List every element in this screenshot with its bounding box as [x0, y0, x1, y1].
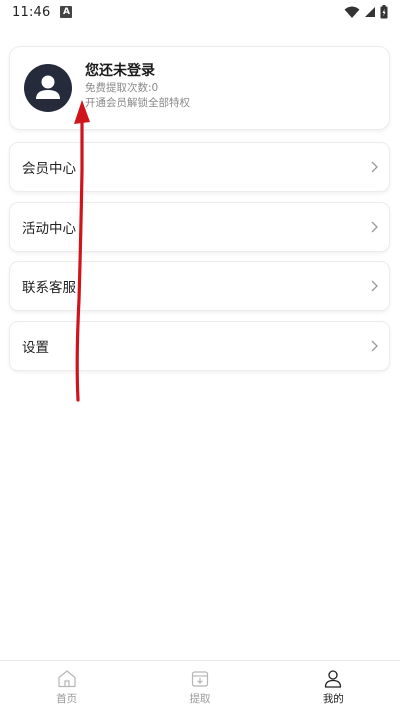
signal-icon [365, 7, 375, 17]
chevron-right-icon [371, 221, 378, 233]
status-bar: 11:46 A [0, 0, 400, 24]
notification-a-icon: A [60, 6, 73, 18]
status-time: 11:46 [12, 4, 51, 20]
avatar[interactable] [24, 64, 72, 112]
status-right [344, 5, 388, 19]
chevron-right-icon [371, 340, 378, 352]
menu-item-customer-service[interactable]: 联系客服 [10, 262, 389, 310]
menu-item-label: 设置 [22, 340, 49, 356]
nav-item-mine[interactable]: 我的 [267, 661, 400, 712]
menu-item-label: 会员中心 [22, 161, 76, 177]
profile-card[interactable]: 您还未登录 免费提取次数:0 开通会员解锁全部特权 [10, 47, 389, 129]
user-icon [325, 670, 342, 688]
menu-item-label: 联系客服 [22, 280, 76, 296]
menu-item-label: 活动中心 [22, 221, 76, 237]
nav-label: 我的 [322, 693, 344, 705]
profile-text: 您还未登录 免费提取次数:0 开通会员解锁全部特权 [85, 62, 190, 110]
menu-item-member-center[interactable]: 会员中心 [10, 143, 389, 191]
free-extraction-count: 免费提取次数:0 [85, 82, 159, 94]
status-left: 11:46 A [12, 4, 73, 20]
chevron-right-icon [371, 280, 378, 292]
default-avatar-user-icon [36, 75, 60, 99]
battery-charging-icon [380, 5, 388, 19]
login-status-title[interactable]: 您还未登录 [85, 62, 190, 80]
menu-item-activity-center[interactable]: 活动中心 [10, 203, 389, 251]
nav-label: 首页 [56, 693, 78, 705]
nav-label: 提取 [189, 693, 211, 705]
nav-item-extract[interactable]: 提取 [133, 661, 266, 712]
bottom-nav: 首页 提取 我的 [0, 660, 400, 712]
chevron-right-icon [371, 161, 378, 173]
membership-hint: 开通会员解锁全部特权 [85, 97, 190, 109]
nav-item-home[interactable]: 首页 [0, 661, 133, 712]
wifi-icon [344, 6, 360, 18]
home-icon [58, 670, 76, 688]
menu-item-settings[interactable]: 设置 [10, 322, 389, 370]
download-box-icon [191, 671, 209, 687]
